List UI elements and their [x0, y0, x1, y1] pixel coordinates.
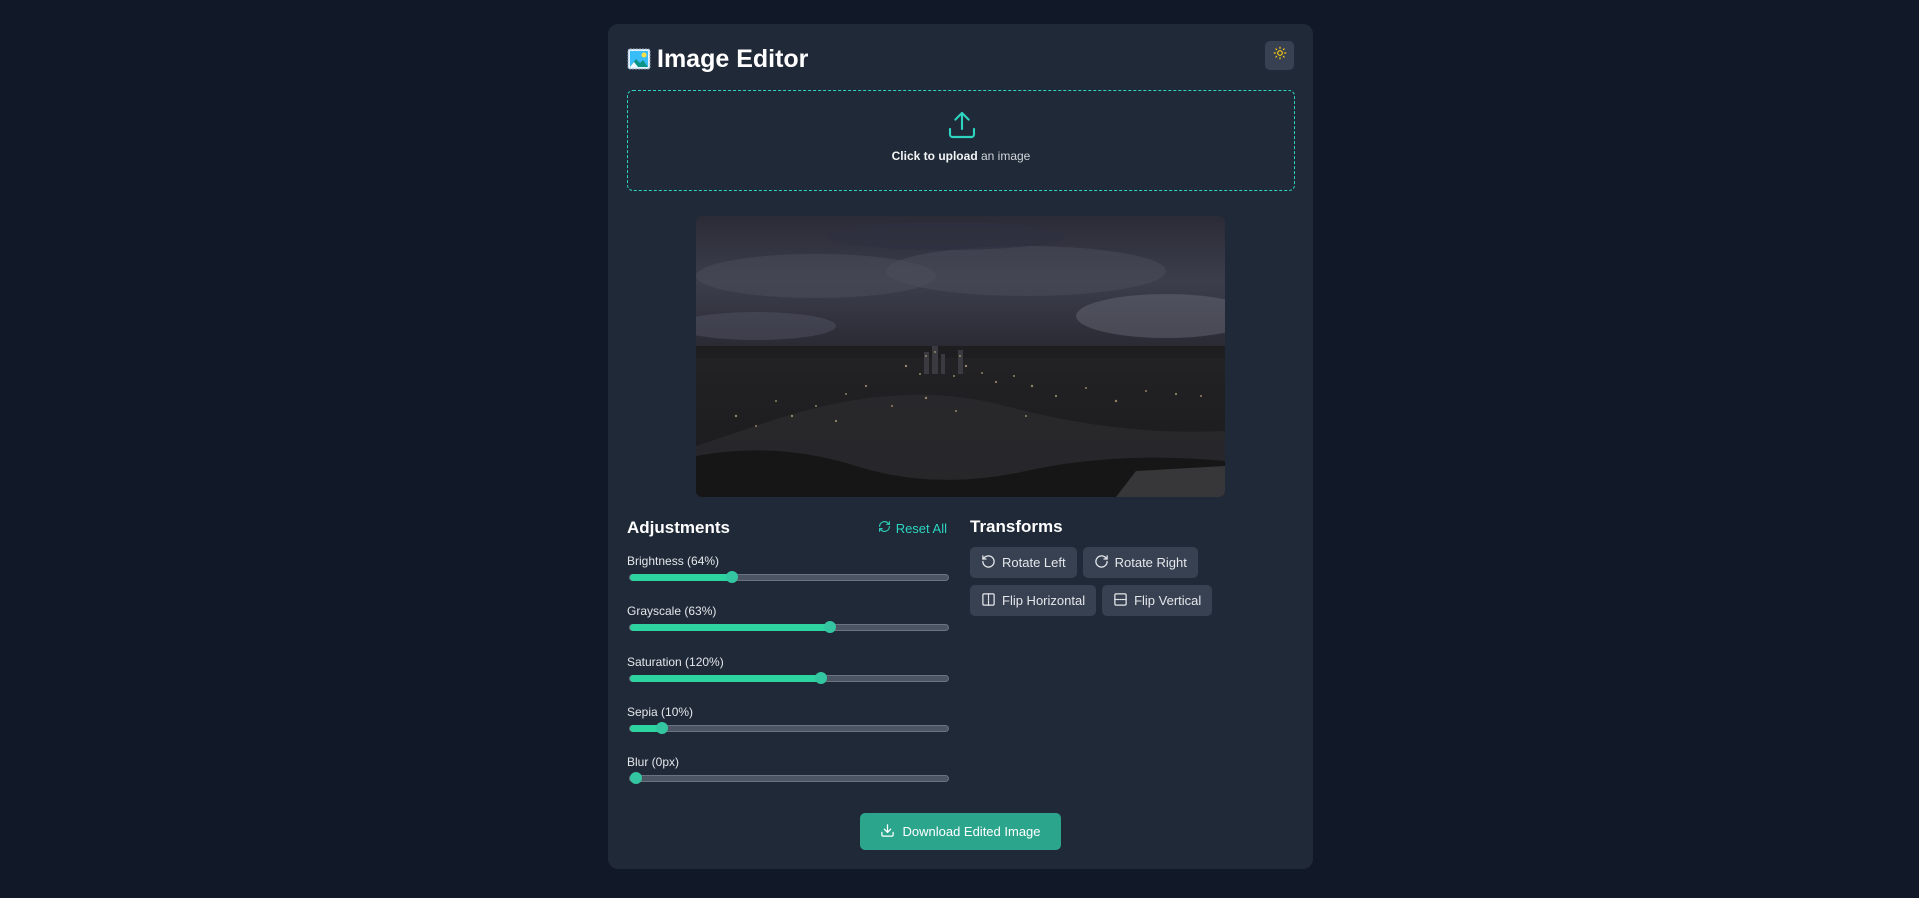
blur-label: Blur (0px)	[627, 755, 680, 769]
grayscale-label: Grayscale (63%)	[627, 604, 717, 618]
upload-icon	[946, 109, 978, 141]
download-label: Download Edited Image	[902, 824, 1041, 839]
rotate-left-icon	[981, 554, 1002, 572]
saturation-slider[interactable]	[629, 672, 949, 684]
download-button[interactable]: Download Edited Image	[860, 813, 1061, 850]
slider-thumb[interactable]	[814, 672, 827, 684]
slider-thumb[interactable]	[655, 722, 668, 734]
title-wrap: Image Editor	[627, 44, 808, 74]
transforms-panel: Transforms Rotate Left Rotate Right Flip…	[970, 517, 1218, 616]
image-preview	[696, 216, 1225, 497]
download-icon	[880, 823, 902, 841]
flip-horizontal-button[interactable]: Flip Horizontal	[970, 585, 1097, 616]
upload-text: Click to upload an image	[628, 149, 1294, 163]
reset-all-label: Reset All	[895, 520, 947, 536]
rotate-left-button[interactable]: Rotate Left	[970, 547, 1077, 578]
upload-dropzone[interactable]: Click to upload an image	[627, 90, 1295, 191]
flip-row: Flip Horizontal Flip Vertical	[970, 585, 1218, 616]
slider-fill	[630, 574, 732, 581]
flip-horizontal-icon	[981, 592, 1002, 610]
rotate-left-label: Rotate Left	[1002, 555, 1066, 570]
rotate-right-label: Rotate Right	[1114, 555, 1187, 570]
sepia-slider[interactable]	[629, 722, 949, 734]
grayscale-slider-group: Grayscale (63%)	[627, 604, 951, 633]
transforms-title: Transforms	[970, 517, 1063, 536]
flip-vertical-icon	[1113, 592, 1134, 610]
theme-toggle-button[interactable]	[1265, 41, 1294, 70]
slider-thumb[interactable]	[630, 772, 642, 784]
flip-vertical-button[interactable]: Flip Vertical	[1102, 585, 1213, 616]
slider-thumb[interactable]	[824, 621, 837, 633]
editor-card: Image Editor Click to upload an image Ad…	[608, 24, 1313, 869]
blur-slider-group: Blur (0px)	[627, 755, 951, 784]
slider-fill	[630, 624, 831, 631]
slider-thumb[interactable]	[725, 571, 738, 583]
grayscale-slider[interactable]	[629, 621, 949, 633]
flip-vertical-label: Flip Vertical	[1134, 593, 1202, 608]
rotate-row: Rotate Left Rotate Right	[970, 547, 1218, 578]
flip-horizontal-label: Flip Horizontal	[1002, 593, 1086, 608]
brightness-slider[interactable]	[629, 571, 949, 583]
header: Image Editor	[627, 41, 1294, 75]
brightness-label: Brightness (64%)	[627, 554, 720, 568]
rotate-right-button[interactable]: Rotate Right	[1082, 547, 1198, 578]
rotate-right-icon	[1094, 554, 1115, 572]
picture-icon	[627, 47, 651, 71]
slider-fill	[630, 675, 821, 682]
blur-slider[interactable]	[629, 772, 949, 784]
upload-strong-text: Click to upload	[891, 149, 978, 163]
adjustments-header: Adjustments Reset All	[627, 518, 951, 542]
reset-all-button[interactable]: Reset All	[878, 520, 947, 536]
refresh-icon	[878, 520, 896, 536]
sepia-slider-group: Sepia (10%)	[627, 705, 951, 734]
saturation-label: Saturation (120%)	[627, 655, 724, 669]
sepia-label: Sepia (10%)	[627, 705, 694, 719]
brightness-slider-group: Brightness (64%)	[627, 554, 951, 583]
page-title: Image Editor	[657, 45, 809, 73]
sun-icon	[1273, 46, 1287, 65]
saturation-slider-group: Saturation (120%)	[627, 655, 951, 684]
upload-rest-text: an image	[977, 149, 1031, 163]
